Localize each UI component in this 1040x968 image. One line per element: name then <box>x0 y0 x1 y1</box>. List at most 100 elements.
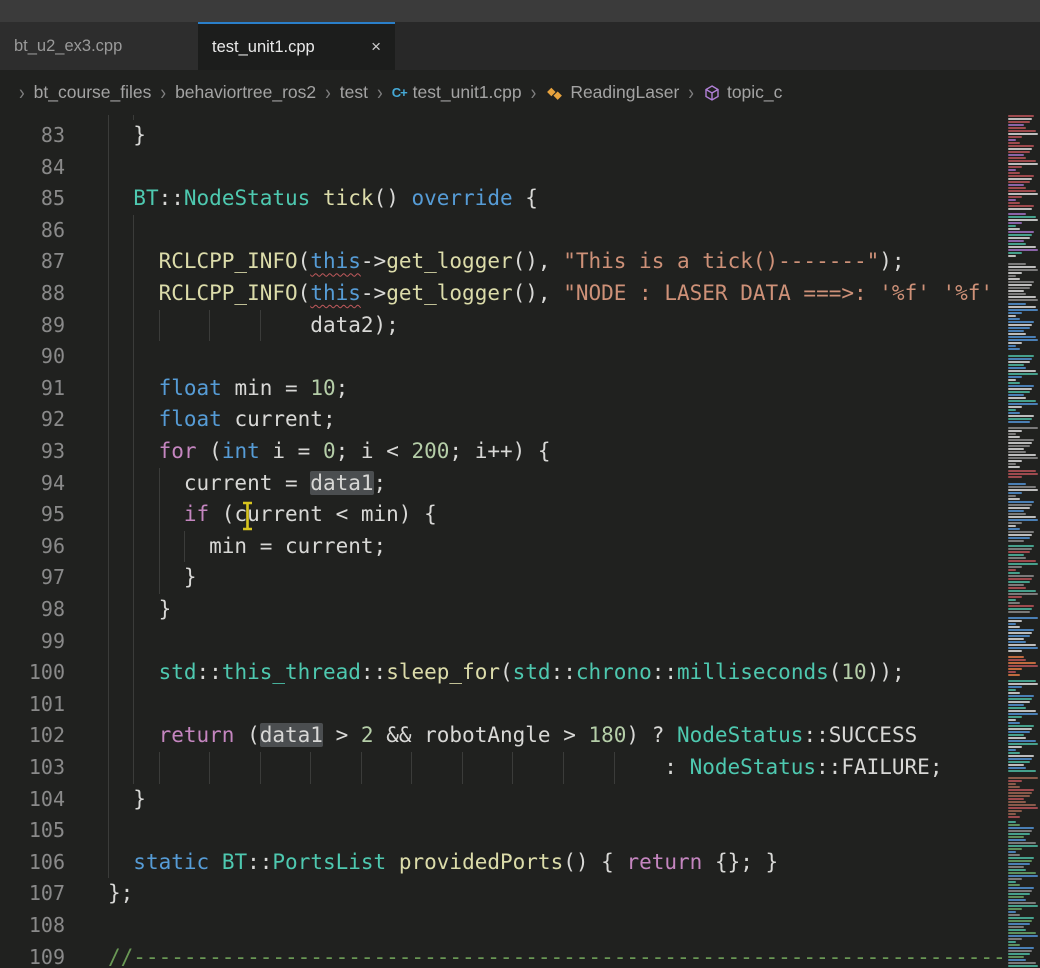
breadcrumb-item-behaviortree_ros2[interactable]: behaviortree_ros2 <box>175 82 316 103</box>
code-line[interactable]: 89 data2); <box>0 310 1006 342</box>
code-line[interactable]: 100 std::this_thread::sleep_for(std::chr… <box>0 657 1006 689</box>
line-number[interactable]: 101 <box>0 689 65 721</box>
code-line[interactable]: 93 for (int i = 0; i < 200; i++) { <box>0 436 1006 468</box>
tab-label: bt_u2_ex3.cpp <box>14 37 122 56</box>
minimap-row <box>1008 698 1032 700</box>
line-number[interactable]: 92 <box>0 404 65 436</box>
line-number[interactable]: 98 <box>0 594 65 626</box>
breadcrumb-item-bt_course_files[interactable]: bt_course_files <box>34 82 152 103</box>
line-number[interactable]: 91 <box>0 373 65 405</box>
minimap-row <box>1008 668 1022 670</box>
minimap-row <box>1008 178 1032 180</box>
line-number[interactable]: 93 <box>0 436 65 468</box>
line-number[interactable]: 89 <box>0 310 65 342</box>
code-line[interactable]: 94 current = data1; <box>0 468 1006 500</box>
code-line[interactable]: 85 BT::NodeStatus tick() override { <box>0 183 1006 215</box>
line-number[interactable]: 102 <box>0 720 65 752</box>
line-number[interactable]: 83 <box>0 120 65 152</box>
line-number[interactable]: 105 <box>0 815 65 847</box>
minimap-row <box>1008 953 1030 955</box>
minimap-row <box>1008 932 1036 934</box>
breadcrumb-item-test_unit1.cpp[interactable]: C+test_unit1.cpp <box>392 82 522 103</box>
minimap-row <box>1008 665 1038 667</box>
line-number[interactable]: 96 <box>0 531 65 563</box>
code-line[interactable]: 101 <box>0 689 1006 721</box>
minimap-row <box>1008 361 1030 363</box>
line-number[interactable]: 85 <box>0 183 65 215</box>
code-line[interactable]: 104 } <box>0 784 1006 816</box>
minimap-row <box>1008 647 1038 649</box>
code-line[interactable]: 86 <box>0 215 1006 247</box>
code-line[interactable]: 105 <box>0 815 1006 847</box>
line-number[interactable]: 87 <box>0 246 65 278</box>
line-number[interactable]: 99 <box>0 626 65 658</box>
minimap-row <box>1008 240 1024 242</box>
breadcrumb-item-test[interactable]: test <box>340 82 368 103</box>
minimap-row <box>1008 743 1038 745</box>
line-number[interactable]: 100 <box>0 657 65 689</box>
code-line[interactable]: 91 float min = 10; <box>0 373 1006 405</box>
line-number[interactable]: 95 <box>0 499 65 531</box>
minimap-row <box>1008 795 1030 797</box>
code-line[interactable]: 97 } <box>0 562 1006 594</box>
code-line[interactable]: 98 } <box>0 594 1006 626</box>
line-number[interactable]: 107 <box>0 878 65 910</box>
line-number[interactable]: 106 <box>0 847 65 879</box>
code-line[interactable]: 103 : NodeStatus::FAILURE; <box>0 752 1006 784</box>
minimap-row <box>1008 947 1034 949</box>
code-line[interactable]: 107}; <box>0 878 1006 910</box>
code-line[interactable]: 102 return (data1 > 2 && robotAngle > 18… <box>0 720 1006 752</box>
line-number[interactable]: 90 <box>0 341 65 373</box>
line-number[interactable]: 94 <box>0 468 65 500</box>
minimap-row <box>1008 758 1032 760</box>
line-number[interactable]: 97 <box>0 562 65 594</box>
line-number[interactable]: 103 <box>0 752 65 784</box>
minimap-row <box>1008 780 1022 782</box>
minimap-row <box>1008 851 1016 853</box>
minimap-row <box>1008 749 1016 751</box>
code-line[interactable]: 108 <box>0 910 1006 942</box>
code-line[interactable]: 92 float current; <box>0 404 1006 436</box>
editor-tab-bar: bt_u2_ex3.cpp test_unit1.cpp × <box>0 22 1040 70</box>
code-line[interactable]: 99 <box>0 626 1006 658</box>
minimap-row <box>1008 312 1022 314</box>
breadcrumb-item-topic_c[interactable]: topic_c <box>703 82 782 103</box>
code-line[interactable]: 95 if (current < min) { <box>0 499 1006 531</box>
tab-close-icon[interactable]: × <box>371 37 381 57</box>
line-number[interactable]: 109 <box>0 942 65 968</box>
code-line[interactable]: 90 <box>0 341 1006 373</box>
code-line[interactable]: 109//-----------------------------------… <box>0 942 1006 968</box>
line-number[interactable]: 104 <box>0 784 65 816</box>
minimap-row <box>1008 839 1026 841</box>
line-number[interactable]: 86 <box>0 215 65 247</box>
minimap-row <box>1008 339 1038 341</box>
minimap-row <box>1008 704 1024 706</box>
minimap-row <box>1008 798 1024 800</box>
code-editor[interactable]: 82 }83 }8485 BT::NodeStatus tick() overr… <box>0 115 1040 968</box>
tab-bt_u2_ex3.cpp[interactable]: bt_u2_ex3.cpp <box>0 22 198 70</box>
breadcrumb-item-ReadingLaser[interactable]: ReadingLaser <box>545 82 679 103</box>
code-line[interactable]: 83 } <box>0 120 1006 152</box>
code-line[interactable]: 88 RCLCPP_INFO(this->get_logger(), "NODE… <box>0 278 1006 310</box>
line-number[interactable]: 108 <box>0 910 65 942</box>
code-line[interactable]: 84 <box>0 152 1006 184</box>
minimap-row <box>1008 504 1032 506</box>
indent-guide <box>133 689 134 721</box>
minimap-row <box>1008 418 1032 420</box>
tab-test_unit1.cpp[interactable]: test_unit1.cpp × <box>198 22 395 70</box>
minimap-row <box>1008 813 1016 815</box>
minimap-row <box>1008 959 1026 961</box>
line-number[interactable]: 88 <box>0 278 65 310</box>
minimap-row <box>1008 376 1022 378</box>
line-number[interactable]: 84 <box>0 152 65 184</box>
code-text: static BT::PortsList providedPorts() { r… <box>108 847 778 879</box>
code-line[interactable]: 87 RCLCPP_INFO(this->get_logger(), "This… <box>0 246 1006 278</box>
code-line[interactable]: 106 static BT::PortsList providedPorts()… <box>0 847 1006 879</box>
minimap-row <box>1008 902 1036 904</box>
minimap[interactable] <box>1006 115 1040 968</box>
minimap-row <box>1008 764 1024 766</box>
code-line[interactable]: 96 min = current; <box>0 531 1006 563</box>
minimap-row <box>1008 590 1036 592</box>
minimap-row <box>1008 510 1024 512</box>
tab-label: test_unit1.cpp <box>212 38 315 57</box>
